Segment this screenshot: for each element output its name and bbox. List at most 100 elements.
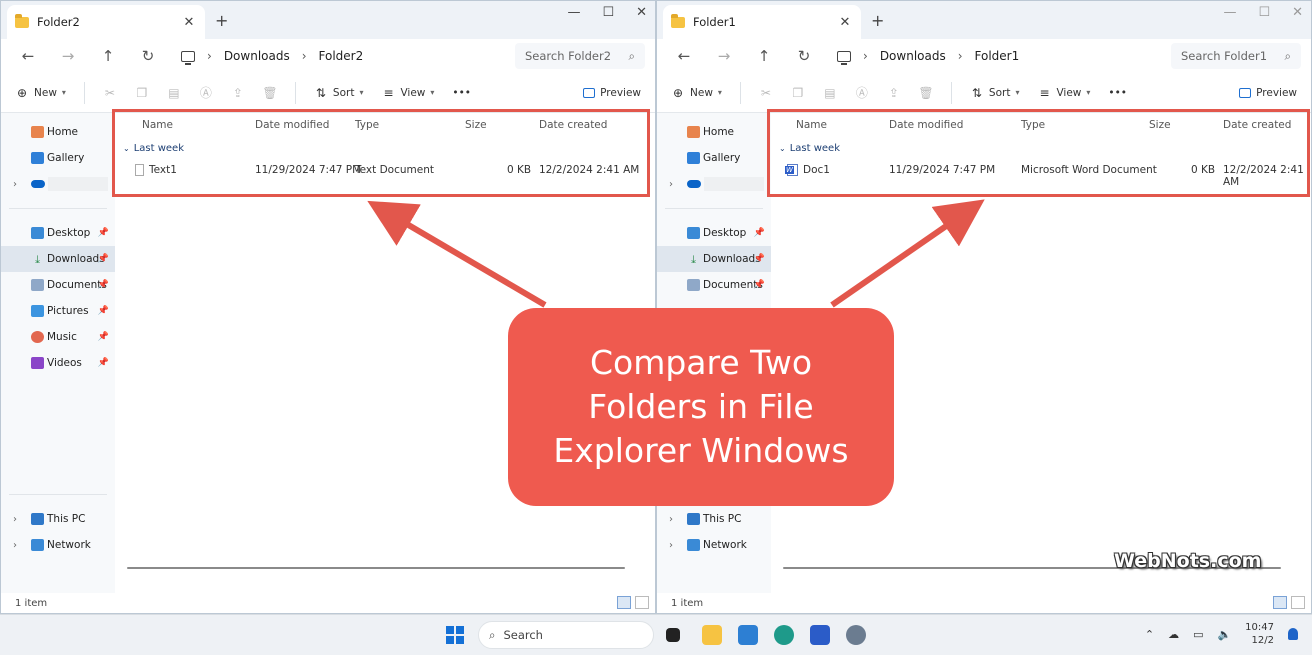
taskbar-search[interactable]: ⌕ Search xyxy=(478,621,654,649)
pin-icon[interactable]: 📌 xyxy=(754,254,765,264)
share-icon[interactable]: ⇪ xyxy=(231,86,245,100)
sidebar-item-downloads[interactable]: ⤓ Downloads 📌 xyxy=(657,246,771,272)
chevron-right-icon[interactable]: › xyxy=(302,49,307,63)
task-view-icon[interactable] xyxy=(666,628,680,642)
new-button[interactable]: ⊕ New ▾ xyxy=(15,86,66,100)
pin-icon[interactable]: 📌 xyxy=(98,254,109,264)
chevron-right-icon[interactable]: › xyxy=(207,49,212,63)
search-input[interactable]: Search Folder2 ⌕ xyxy=(515,43,645,69)
cut-icon[interactable]: ✂ xyxy=(759,86,773,100)
back-icon[interactable]: ← xyxy=(667,47,701,65)
chevron-right-icon[interactable]: › xyxy=(13,179,17,190)
breadcrumb-folder[interactable]: Folder1 xyxy=(975,49,1020,63)
delete-icon[interactable]: 🗑 xyxy=(918,86,933,100)
new-button[interactable]: ⊕ New ▾ xyxy=(671,86,722,100)
pin-icon[interactable]: 📌 xyxy=(98,228,109,238)
maximize-icon[interactable]: ☐ xyxy=(1258,5,1270,20)
more-options-icon[interactable]: ••• xyxy=(452,87,471,99)
back-icon[interactable]: ← xyxy=(11,47,45,65)
copy-icon[interactable]: ❐ xyxy=(791,86,805,100)
chevron-right-icon[interactable]: › xyxy=(669,179,673,190)
tab-folder1[interactable]: Folder1 ✕ xyxy=(663,5,861,39)
forward-icon[interactable]: → xyxy=(707,47,741,65)
tiles-view-icon[interactable] xyxy=(1291,596,1305,609)
sidebar-item-documents[interactable]: Documents 📌 xyxy=(1,272,115,298)
rename-icon[interactable]: Ⓐ xyxy=(199,86,213,100)
view-button[interactable]: ≡ View ▾ xyxy=(381,86,434,100)
address-bar[interactable]: › Downloads › Folder1 xyxy=(827,42,1165,70)
sidebar-item-videos[interactable]: Videos 📌 xyxy=(1,350,115,376)
volume-icon[interactable]: 🔈 xyxy=(1217,628,1231,641)
file-explorer-icon[interactable] xyxy=(702,625,722,645)
view-button[interactable]: ≡ View ▾ xyxy=(1037,86,1090,100)
sort-button[interactable]: ⇅ Sort ▾ xyxy=(314,86,364,100)
new-tab-icon[interactable]: + xyxy=(215,11,228,30)
close-icon[interactable]: ✕ xyxy=(1292,5,1303,20)
sidebar-item-documents[interactable]: Documents 📌 xyxy=(657,272,771,298)
sidebar-item-music[interactable]: Music 📌 xyxy=(1,324,115,350)
details-view-icon[interactable] xyxy=(617,596,631,609)
chevron-right-icon[interactable]: › xyxy=(13,540,17,551)
breadcrumb-downloads[interactable]: Downloads xyxy=(224,49,290,63)
address-bar[interactable]: › Downloads › Folder2 xyxy=(171,42,509,70)
tab-folder2[interactable]: Folder2 ✕ xyxy=(7,5,205,39)
sidebar-item-this-pc[interactable]: › This PC xyxy=(657,506,771,532)
sidebar-item-gallery[interactable]: Gallery xyxy=(1,145,115,171)
sidebar-item-onedrive[interactable]: › xyxy=(657,171,771,197)
chevron-up-icon[interactable]: ⌃ xyxy=(1145,628,1154,641)
preview-button[interactable]: Preview xyxy=(583,87,641,99)
horizontal-scrollbar[interactable] xyxy=(127,567,625,569)
more-options-icon[interactable]: ••• xyxy=(1108,87,1127,99)
settings-icon[interactable] xyxy=(846,625,866,645)
sidebar-item-home[interactable]: Home xyxy=(657,119,771,145)
photos-icon[interactable] xyxy=(738,625,758,645)
search-input[interactable]: Search Folder1 ⌕ xyxy=(1171,43,1301,69)
close-tab-icon[interactable]: ✕ xyxy=(181,15,197,30)
minimize-icon[interactable]: — xyxy=(567,5,580,20)
edge-icon[interactable] xyxy=(774,625,794,645)
sidebar-item-network[interactable]: › Network xyxy=(1,532,115,558)
sidebar-item-onedrive[interactable]: › xyxy=(1,171,115,197)
delete-icon[interactable]: 🗑 xyxy=(262,86,277,100)
up-icon[interactable]: ↑ xyxy=(747,47,781,65)
copy-icon[interactable]: ❐ xyxy=(135,86,149,100)
close-tab-icon[interactable]: ✕ xyxy=(837,15,853,30)
tiles-view-icon[interactable] xyxy=(635,596,649,609)
rename-icon[interactable]: Ⓐ xyxy=(855,86,869,100)
sidebar-item-desktop[interactable]: Desktop 📌 xyxy=(657,220,771,246)
network-status-icon[interactable]: ▭ xyxy=(1193,628,1203,641)
clock[interactable]: 10:47 12/2 xyxy=(1245,621,1274,647)
chevron-right-icon[interactable]: › xyxy=(669,540,673,551)
pin-icon[interactable]: 📌 xyxy=(98,306,109,316)
chevron-right-icon[interactable]: › xyxy=(669,514,673,525)
maximize-icon[interactable]: ☐ xyxy=(602,5,614,20)
chevron-right-icon[interactable]: › xyxy=(958,49,963,63)
preview-button[interactable]: Preview xyxy=(1239,87,1297,99)
sidebar-item-downloads[interactable]: ⤓ Downloads 📌 xyxy=(1,246,115,272)
breadcrumb-downloads[interactable]: Downloads xyxy=(880,49,946,63)
paste-icon[interactable]: ▤ xyxy=(823,86,837,100)
paste-icon[interactable]: ▤ xyxy=(167,86,181,100)
word-icon[interactable] xyxy=(810,625,830,645)
chevron-right-icon[interactable]: › xyxy=(13,514,17,525)
cut-icon[interactable]: ✂ xyxy=(103,86,117,100)
chevron-right-icon[interactable]: › xyxy=(863,49,868,63)
pin-icon[interactable]: 📌 xyxy=(754,280,765,290)
minimize-icon[interactable]: — xyxy=(1223,5,1236,20)
windows-start-icon[interactable] xyxy=(446,626,464,644)
sidebar-item-this-pc[interactable]: › This PC xyxy=(1,506,115,532)
notification-bell-icon[interactable] xyxy=(1288,628,1298,640)
close-icon[interactable]: ✕ xyxy=(636,5,647,20)
sidebar-item-network[interactable]: › Network xyxy=(657,532,771,558)
breadcrumb-folder[interactable]: Folder2 xyxy=(319,49,364,63)
pin-icon[interactable]: 📌 xyxy=(754,228,765,238)
new-tab-icon[interactable]: + xyxy=(871,11,884,30)
refresh-icon[interactable]: ↻ xyxy=(787,47,821,65)
sidebar-item-desktop[interactable]: Desktop 📌 xyxy=(1,220,115,246)
sidebar-item-pictures[interactable]: Pictures 📌 xyxy=(1,298,115,324)
forward-icon[interactable]: → xyxy=(51,47,85,65)
up-icon[interactable]: ↑ xyxy=(91,47,125,65)
sidebar-item-gallery[interactable]: Gallery xyxy=(657,145,771,171)
pin-icon[interactable]: 📌 xyxy=(98,358,109,368)
pin-icon[interactable]: 📌 xyxy=(98,280,109,290)
